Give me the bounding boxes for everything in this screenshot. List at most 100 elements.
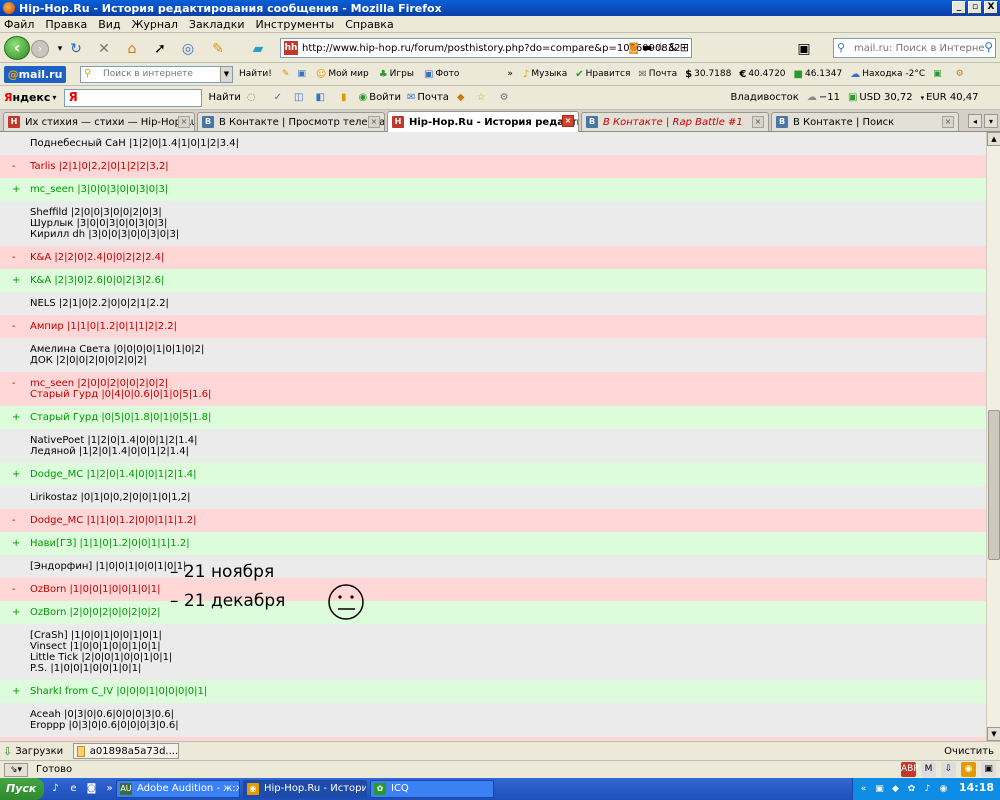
media-player-icon[interactable]: ♪ [48, 781, 63, 796]
mailru-photo[interactable]: ▣ Фото [424, 69, 459, 80]
bag-icon[interactable]: ◆ [457, 92, 465, 103]
chat-icon[interactable]: ▰ [250, 41, 266, 57]
spellcheck-icon[interactable]: ✓ [274, 92, 282, 103]
minimize-button[interactable]: _ [952, 1, 966, 14]
clear-downloads-button[interactable]: Очистить [944, 746, 994, 757]
back-button[interactable]: ‹ [4, 36, 30, 60]
close-tab-icon[interactable]: × [942, 116, 954, 128]
tab-hiphop-stihi[interactable]: H Их стихия — стихи — Hip-Hop.Ru × [3, 112, 195, 131]
speech-bubble-icon[interactable]: ◌ [247, 92, 256, 103]
pencil-icon[interactable]: ✎ [210, 41, 226, 57]
close-tab-icon[interactable]: × [368, 116, 380, 128]
translate-icon[interactable]: ⊞ [680, 41, 689, 54]
search-icon[interactable]: ⚲ [984, 40, 993, 54]
cursor-icon[interactable]: ➚ [152, 41, 168, 57]
stop-icon[interactable]: ✕ [96, 41, 112, 57]
yandex-city[interactable]: Владивосток [731, 92, 799, 103]
web-search-input[interactable] [854, 42, 984, 54]
menu-tools[interactable]: Инструменты [256, 18, 335, 31]
chevron-more-icon[interactable]: » [507, 69, 513, 79]
gear-icon[interactable]: ⚙ [500, 92, 509, 103]
mailru-cny-rate[interactable]: ■ 46.1347 [794, 69, 843, 80]
search-engine-icon[interactable]: ⚲ [837, 41, 845, 54]
screenshot-icon[interactable]: ▣ [796, 41, 812, 57]
mailru-likes[interactable]: ✔ Нравится [575, 69, 630, 80]
menu-view[interactable]: Вид [98, 18, 120, 31]
zoom-icon[interactable]: ◎ [180, 41, 196, 57]
close-tab-icon[interactable]: × [752, 116, 764, 128]
page-tools-icon[interactable]: ◧ [316, 92, 325, 103]
history-dropdown-icon[interactable]: ▾ [52, 41, 68, 57]
antivirus-icon[interactable]: ◆ [889, 783, 902, 796]
tab-menu-icon[interactable]: ▾ [984, 114, 998, 128]
explorer-icon[interactable]: ◙ [84, 781, 99, 796]
mailru-mail[interactable]: ✉ Почта [638, 69, 677, 80]
mailru-usd-rate[interactable]: $30.7188 [685, 69, 731, 80]
mailru-games[interactable]: ♣ Игры [379, 69, 414, 80]
menu-file[interactable]: Файл [4, 18, 34, 31]
mailru-my-world[interactable]: ☺ Мой мир [316, 69, 369, 80]
taskbar-icq[interactable]: ✿ ICQ [370, 780, 494, 798]
mailru-logo[interactable]: @mail.ru [4, 65, 66, 83]
forward-button[interactable]: › [31, 40, 49, 58]
close-tab-icon[interactable]: × [178, 116, 190, 128]
yandex-logo[interactable]: Яндекс [4, 91, 50, 104]
addon-icon[interactable]: ▣ [981, 762, 996, 777]
star-icon[interactable]: ☆ [655, 41, 665, 54]
close-tab-icon[interactable]: × [562, 115, 574, 127]
mailru-eur-rate[interactable]: €40.4720 [739, 69, 785, 80]
mailru-search-box[interactable]: ⚲ ▼ [80, 65, 233, 83]
favorites-icon[interactable]: ☆ [477, 92, 486, 103]
yandex-mail[interactable]: ✉ Почта [407, 92, 449, 103]
mailru-search-input[interactable] [103, 69, 213, 79]
menu-bookmarks[interactable]: Закладки [189, 18, 245, 31]
bar-chart-icon[interactable]: ▮ [341, 92, 347, 103]
tray-collapse-icon[interactable]: « [857, 783, 870, 796]
menu-help[interactable]: Справка [345, 18, 393, 31]
network-icon[interactable]: ▣ [873, 783, 886, 796]
window-icon[interactable]: ▣ [297, 69, 306, 79]
close-window-button[interactable]: X [984, 1, 998, 14]
maximize-button[interactable]: ▫ [968, 1, 982, 14]
more-icon[interactable]: » [102, 781, 117, 796]
yandex-search-box[interactable]: Я [64, 88, 203, 107]
download-item[interactable]: a01898a5a73d.... [73, 743, 180, 759]
menu-history[interactable]: Журнал [132, 18, 178, 31]
icq-tray-icon[interactable]: ✿ [905, 783, 918, 796]
firefox-status-icon[interactable]: ◉ [961, 762, 976, 777]
yandex-eur[interactable]: ▾ EUR 40,47 [921, 92, 979, 103]
gmail-icon[interactable]: M [921, 762, 936, 777]
tab-vk-search[interactable]: B В Контакте | Поиск × [771, 112, 959, 131]
volume-icon[interactable]: ♪ [921, 783, 934, 796]
gear-icon[interactable]: ⚙ [956, 69, 964, 79]
ampersand-icon[interactable]: & [668, 41, 677, 54]
highlighter-icon[interactable]: ✎ [282, 69, 290, 79]
vertical-scrollbar[interactable]: ▲ ▼ [986, 132, 1000, 741]
adblock-icon[interactable]: ABP [901, 762, 919, 777]
taskbar-firefox[interactable]: ◉ Hip-Hop.Ru - История... [243, 780, 367, 798]
rss-icon[interactable]: ◙ [628, 41, 639, 54]
mailru-find-button[interactable]: Найти! [239, 69, 272, 79]
start-button[interactable]: Пуск [0, 778, 44, 800]
yandex-login[interactable]: ◉ Войти [358, 92, 401, 103]
mailru-music[interactable]: ♪ Музыка [523, 69, 567, 80]
reload-icon[interactable]: ↻ [68, 41, 84, 57]
yandex-weather[interactable]: ☁ −11 [807, 92, 840, 103]
yandex-usd[interactable]: ▣ USD 30,72 [848, 92, 913, 103]
download-status-icon[interactable]: ⇩ [941, 762, 956, 777]
scroll-down-arrow[interactable]: ▼ [987, 727, 1000, 741]
mailru-weather[interactable]: ☁ Находка -2°C [850, 69, 925, 80]
address-bar[interactable]: hh http://www.hip-hop.ru/forum/posthisto… [280, 38, 692, 58]
ie-icon[interactable]: e [66, 781, 81, 796]
scroll-up-arrow[interactable]: ▲ [987, 132, 1000, 146]
status-toggle-icon[interactable]: ⇘▾ [4, 762, 28, 777]
tab-vk-rap-battle[interactable]: B В Контакте | Rap Battle #1 × [581, 112, 769, 131]
home-icon[interactable]: ⌂ [124, 41, 140, 57]
chevron-down-icon[interactable]: ▾ [52, 93, 56, 102]
language-icon[interactable]: ◉ [937, 783, 950, 796]
tab-hiphop-history[interactable]: H Hip-Hop.Ru - История редактир... × [387, 111, 579, 132]
url-text[interactable]: http://www.hip-hop.ru/forum/posthistory.… [302, 43, 680, 54]
tab-vk-telegram[interactable]: B В Контакте | Просмотр телеграммы × [197, 112, 385, 131]
taskbar-adobe-audition[interactable]: AU Adobe Audition - ж:ж:ж:... [116, 780, 240, 798]
translate-icon[interactable]: ◫ [294, 92, 303, 103]
